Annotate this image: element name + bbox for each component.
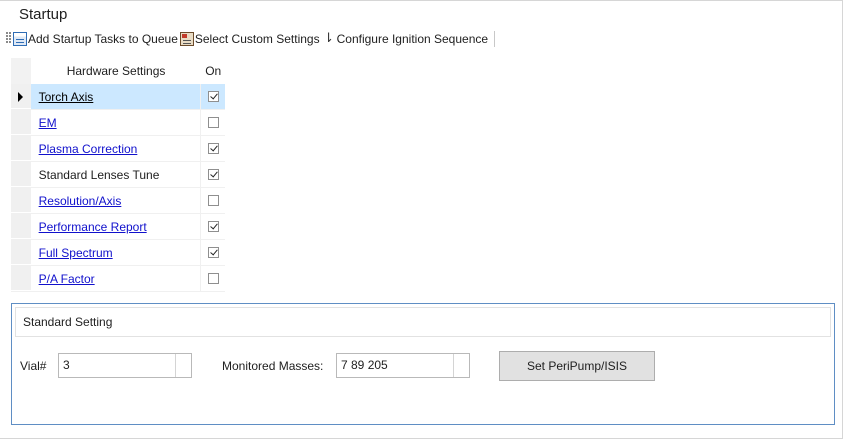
on-cell [201,214,225,239]
standard-setting-group: Standard Setting Vial# 3 Monitored Masse… [11,303,835,425]
table-row[interactable]: EM [11,110,225,136]
toolbar: Add Startup Tasks to Queue Select Custom… [6,30,496,48]
on-cell [201,266,225,291]
set-peripump-isis-button[interactable]: Set PeriPump/ISIS [499,351,655,381]
monitored-masses-value: 7 89 205 [341,358,388,372]
row-header[interactable] [11,214,31,239]
grid-rows: Torch Axis EM Plasma Correction Standard Le… [11,84,226,292]
vial-value: 3 [63,358,70,372]
hardware-setting-link[interactable]: Performance Report [31,214,202,239]
on-cell [201,110,225,135]
row-header[interactable] [11,162,31,187]
monitored-masses-dropdown-button[interactable] [453,354,469,377]
row-header[interactable] [11,84,31,109]
monitored-masses-combobox[interactable]: 7 89 205 [336,353,470,378]
on-checkbox[interactable] [207,91,219,102]
hardware-settings-grid: Hardware Settings On Torch Axis EM Plasma … [11,58,226,292]
sort-order-icon: ⇂ [323,31,335,46]
on-checkbox[interactable] [207,117,219,128]
toolbar-separator [494,31,496,47]
on-cell [201,136,225,161]
group-header: Standard Setting [15,307,831,337]
add-startup-tasks-label: Add Startup Tasks to Queue [28,32,178,46]
queue-icon [13,32,27,46]
on-cell [201,240,225,265]
table-row[interactable]: Torch Axis [11,84,226,110]
on-checkbox[interactable] [207,169,219,180]
on-cell [201,84,226,109]
add-startup-tasks-button[interactable]: Add Startup Tasks to Queue [13,32,180,46]
on-checkbox[interactable] [207,273,219,284]
table-row[interactable]: Performance Report [11,214,225,240]
hardware-setting-link[interactable]: Plasma Correction [31,136,202,161]
on-cell [201,162,225,187]
row-header[interactable] [11,110,31,135]
row-header[interactable] [11,136,31,161]
hardware-setting-link[interactable]: EM [31,110,202,135]
row-header[interactable] [11,266,31,291]
on-cell [201,188,225,213]
table-row[interactable]: P/A Factor [11,266,225,292]
vial-label: Vial# [20,359,47,373]
row-header[interactable] [11,240,31,265]
row-header[interactable] [11,188,31,213]
on-checkbox[interactable] [207,221,219,232]
hardware-setting-link[interactable]: Torch Axis [30,84,202,109]
column-header-on[interactable]: On [201,58,225,84]
hardware-setting-link[interactable]: P/A Factor [31,266,202,291]
vial-dropdown-button[interactable] [175,354,191,377]
on-checkbox[interactable] [207,247,219,258]
hardware-setting-link[interactable]: Full Spectrum [31,240,202,265]
configure-ignition-button[interactable]: ⇂ Configure Ignition Sequence [322,31,490,47]
grid-header: Hardware Settings On [11,58,225,84]
on-checkbox[interactable] [207,195,219,206]
hardware-setting-name: Standard Lenses Tune [31,162,202,187]
custom-settings-icon [179,32,194,46]
select-custom-settings-label: Select Custom Settings [194,32,320,46]
on-checkbox[interactable] [207,143,219,154]
vial-combobox[interactable]: 3 [58,353,192,378]
select-custom-settings-button[interactable]: Select Custom Settings [179,32,322,46]
table-row[interactable]: Resolution/Axis [11,188,225,214]
table-row[interactable]: Plasma Correction [11,136,225,162]
page-title: Startup [19,6,68,23]
monitored-masses-label: Monitored Masses: [222,359,324,373]
toolbar-grip-icon[interactable] [6,32,11,46]
table-row[interactable]: Standard Lenses Tune [11,162,225,188]
hardware-setting-link[interactable]: Resolution/Axis [31,188,202,213]
grid-corner [11,58,31,84]
configure-ignition-label: Configure Ignition Sequence [336,32,489,46]
current-row-arrow-icon [18,92,23,102]
column-header-hardware-settings[interactable]: Hardware Settings [31,58,202,84]
table-row[interactable]: Full Spectrum [11,240,225,266]
